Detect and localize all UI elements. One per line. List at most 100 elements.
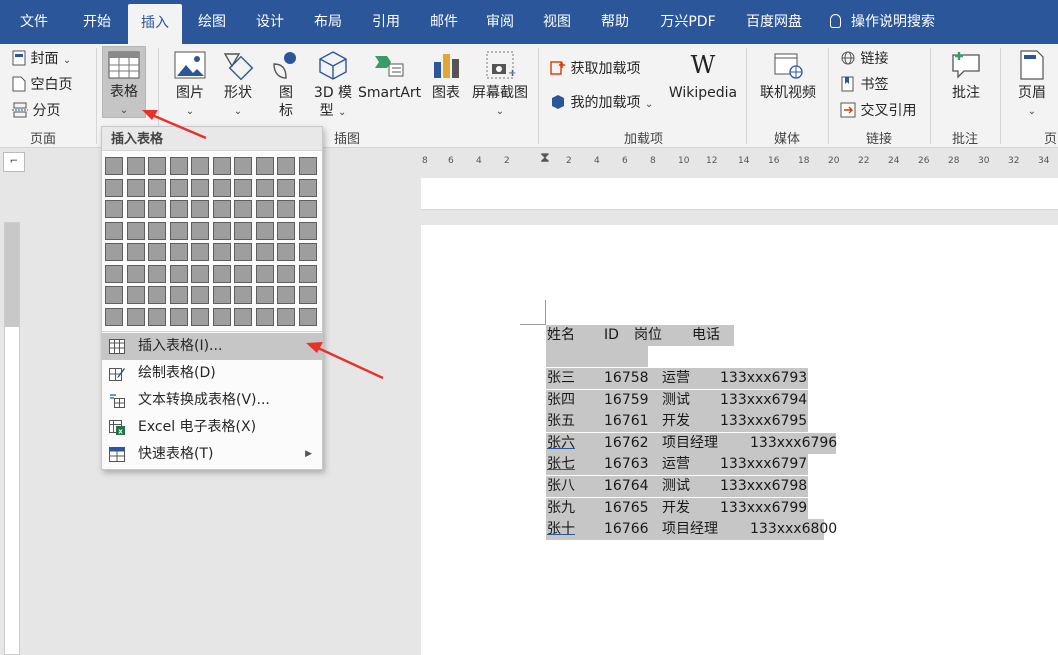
grid-cell[interactable] [169, 157, 188, 175]
grid-cell[interactable] [148, 157, 166, 175]
menu-text-to-table[interactable]: 文本转换成表格(V)... [102, 387, 322, 414]
grid-cell[interactable] [277, 307, 295, 326]
grid-cell[interactable] [126, 200, 145, 218]
link-button[interactable]: 链接 [840, 48, 888, 68]
grid-cell[interactable] [191, 243, 209, 261]
grid-cell[interactable] [105, 264, 123, 283]
grid-cell[interactable] [255, 264, 274, 283]
grid-cell[interactable] [255, 307, 274, 326]
grid-cell[interactable] [105, 157, 123, 175]
grid-cell[interactable] [169, 243, 188, 261]
grid-cell[interactable] [148, 221, 166, 240]
shapes-button[interactable]: 形状 ⌄ [216, 50, 260, 118]
grid-cell[interactable] [277, 264, 295, 283]
my-addins-button[interactable]: 我的加载项 ⌄ [550, 92, 653, 112]
grid-cell[interactable] [105, 178, 123, 197]
grid-cell[interactable] [169, 178, 188, 197]
grid-cell[interactable] [126, 264, 145, 283]
grid-cell[interactable] [298, 286, 317, 304]
new-comment-button[interactable]: 批注 [944, 50, 988, 102]
grid-cell[interactable] [255, 243, 274, 261]
grid-cell[interactable] [148, 200, 166, 218]
grid-cell[interactable] [169, 221, 188, 240]
tab-mailings[interactable]: 邮件 [418, 0, 470, 44]
doc-row[interactable]: 张十 16766 项目经理 133xxx6800 [546, 519, 837, 541]
grid-cell[interactable] [126, 221, 145, 240]
grid-cell[interactable] [126, 307, 145, 326]
smartart-button[interactable]: SmartArt [358, 50, 421, 102]
picture-button[interactable]: 图片 ⌄ [170, 50, 210, 118]
3d-model-button[interactable]: 3D 模 型 ⌄ [312, 50, 354, 122]
grid-cell[interactable] [277, 200, 295, 218]
grid-cell[interactable] [191, 221, 209, 240]
doc-row[interactable]: 张九 16765 开发 133xxx6799 [546, 497, 808, 519]
grid-cell[interactable] [234, 307, 252, 326]
wikipedia-button[interactable]: W Wikipedia [666, 50, 740, 102]
grid-cell[interactable] [105, 243, 123, 261]
grid-cell[interactable] [169, 286, 188, 304]
grid-cell[interactable] [298, 243, 317, 261]
grid-cell[interactable] [255, 157, 274, 175]
grid-cell[interactable] [169, 200, 188, 218]
table-button[interactable]: 表格 ⌄ [102, 46, 146, 118]
grid-cell[interactable] [105, 307, 123, 326]
grid-cell[interactable] [105, 221, 123, 240]
doc-empty-line[interactable] [546, 346, 648, 367]
bookmark-button[interactable]: 书签 [840, 74, 888, 94]
tab-review[interactable]: 审阅 [474, 0, 526, 44]
grid-cell[interactable] [298, 157, 317, 175]
icons-button[interactable]: 图 标 [266, 50, 306, 120]
blank-page-button[interactable]: 空白页 [12, 74, 72, 94]
grid-cell[interactable] [126, 286, 145, 304]
tab-draw[interactable]: 绘图 [186, 0, 238, 44]
grid-cell[interactable] [212, 178, 231, 197]
grid-cell[interactable] [234, 200, 252, 218]
grid-cell[interactable] [148, 178, 166, 197]
grid-cell[interactable] [234, 264, 252, 283]
grid-cell[interactable] [126, 157, 145, 175]
grid-cell[interactable] [277, 178, 295, 197]
grid-cell[interactable] [234, 221, 252, 240]
vertical-ruler[interactable] [4, 222, 20, 655]
grid-cell[interactable] [298, 200, 317, 218]
tab-help[interactable]: 帮助 [588, 0, 642, 44]
tab-home[interactable]: 开始 [70, 0, 124, 44]
grid-cell[interactable] [105, 200, 123, 218]
grid-cell[interactable] [212, 221, 231, 240]
grid-cell[interactable] [191, 307, 209, 326]
grid-cell[interactable] [191, 178, 209, 197]
grid-cell[interactable] [148, 307, 166, 326]
cross-reference-button[interactable]: 交叉引用 [840, 100, 916, 120]
indent-marker-icon[interactable]: ⧗ [540, 150, 550, 166]
grid-cell[interactable] [277, 157, 295, 175]
chart-button[interactable]: 图表 [428, 50, 464, 102]
grid-cell[interactable] [169, 264, 188, 283]
doc-row[interactable]: 张七 16763 运营 133xxx6797 [546, 454, 808, 476]
grid-cell[interactable] [191, 264, 209, 283]
grid-cell[interactable] [126, 178, 145, 197]
doc-header-line[interactable]: 姓名 ID 岗位 电话 [546, 325, 734, 346]
grid-cell[interactable] [212, 157, 231, 175]
doc-row[interactable]: 张六 16762 项目经理 133xxx6796 [546, 432, 837, 454]
doc-row[interactable]: 张四 16759 测试 133xxx6794 [546, 389, 808, 411]
grid-cell[interactable] [212, 286, 231, 304]
grid-cell[interactable] [191, 200, 209, 218]
grid-cell[interactable] [277, 286, 295, 304]
grid-cell[interactable] [255, 200, 274, 218]
grid-cell[interactable] [148, 286, 166, 304]
menu-draw-table[interactable]: 绘制表格(D) [102, 360, 322, 387]
doc-row[interactable]: 张五 16761 开发 133xxx6795 [546, 411, 808, 433]
grid-cell[interactable] [277, 243, 295, 261]
tab-insert[interactable]: 插入 [128, 4, 182, 44]
grid-cell[interactable] [234, 157, 252, 175]
grid-cell[interactable] [234, 243, 252, 261]
cover-page-button[interactable]: 封面 ⌄ [12, 48, 71, 68]
grid-cell[interactable] [212, 264, 231, 283]
online-video-button[interactable]: 联机视频 [756, 50, 820, 102]
grid-cell[interactable] [234, 178, 252, 197]
menu-quick-tables[interactable]: 快速表格(T) ▶ [102, 441, 322, 468]
tab-selector[interactable]: ⌐ [3, 152, 25, 172]
menu-insert-table[interactable]: 插入表格(I)... [102, 333, 322, 360]
tab-layout[interactable]: 布局 [302, 0, 354, 44]
grid-cell[interactable] [191, 286, 209, 304]
